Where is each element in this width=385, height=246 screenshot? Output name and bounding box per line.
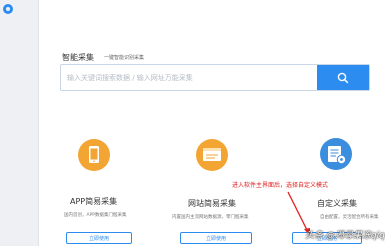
app-card-description: 国内首创，APP数据集门槛采集 xyxy=(64,213,127,218)
sidebar xyxy=(0,0,39,246)
search-section-title: 智能采集 xyxy=(62,53,94,62)
search-icon xyxy=(337,72,349,83)
search-section-hint: 一键智能识别采集 xyxy=(104,55,145,61)
custom-card-description: 自由配置，灵活配合所有采集 xyxy=(320,215,379,220)
custom-settings-icon xyxy=(320,138,352,170)
search-input[interactable] xyxy=(61,65,314,90)
web-use-button[interactable]: 立即使用 xyxy=(180,232,252,244)
main-panel xyxy=(39,0,385,246)
app-phone-icon xyxy=(78,139,110,171)
web-card-title: 网站简易采集 xyxy=(188,199,236,208)
annotation-text: 进入软件主界面后，选择自定义模式 xyxy=(232,182,329,189)
web-card-description: 内置国内主流网站数据源，零门槛采集 xyxy=(172,215,249,220)
search-button[interactable] xyxy=(317,65,369,90)
app-use-button[interactable]: 立即使用 xyxy=(66,232,132,244)
search-bar xyxy=(60,64,370,91)
web-browser-icon xyxy=(196,139,228,171)
watermark: 头条 @渴尋果冻qiq xyxy=(305,231,385,241)
sidebar-logo-icon[interactable] xyxy=(3,4,13,14)
app-card-title: APP简易采集 xyxy=(70,197,118,206)
custom-card-title: 自定义采集 xyxy=(317,199,357,208)
